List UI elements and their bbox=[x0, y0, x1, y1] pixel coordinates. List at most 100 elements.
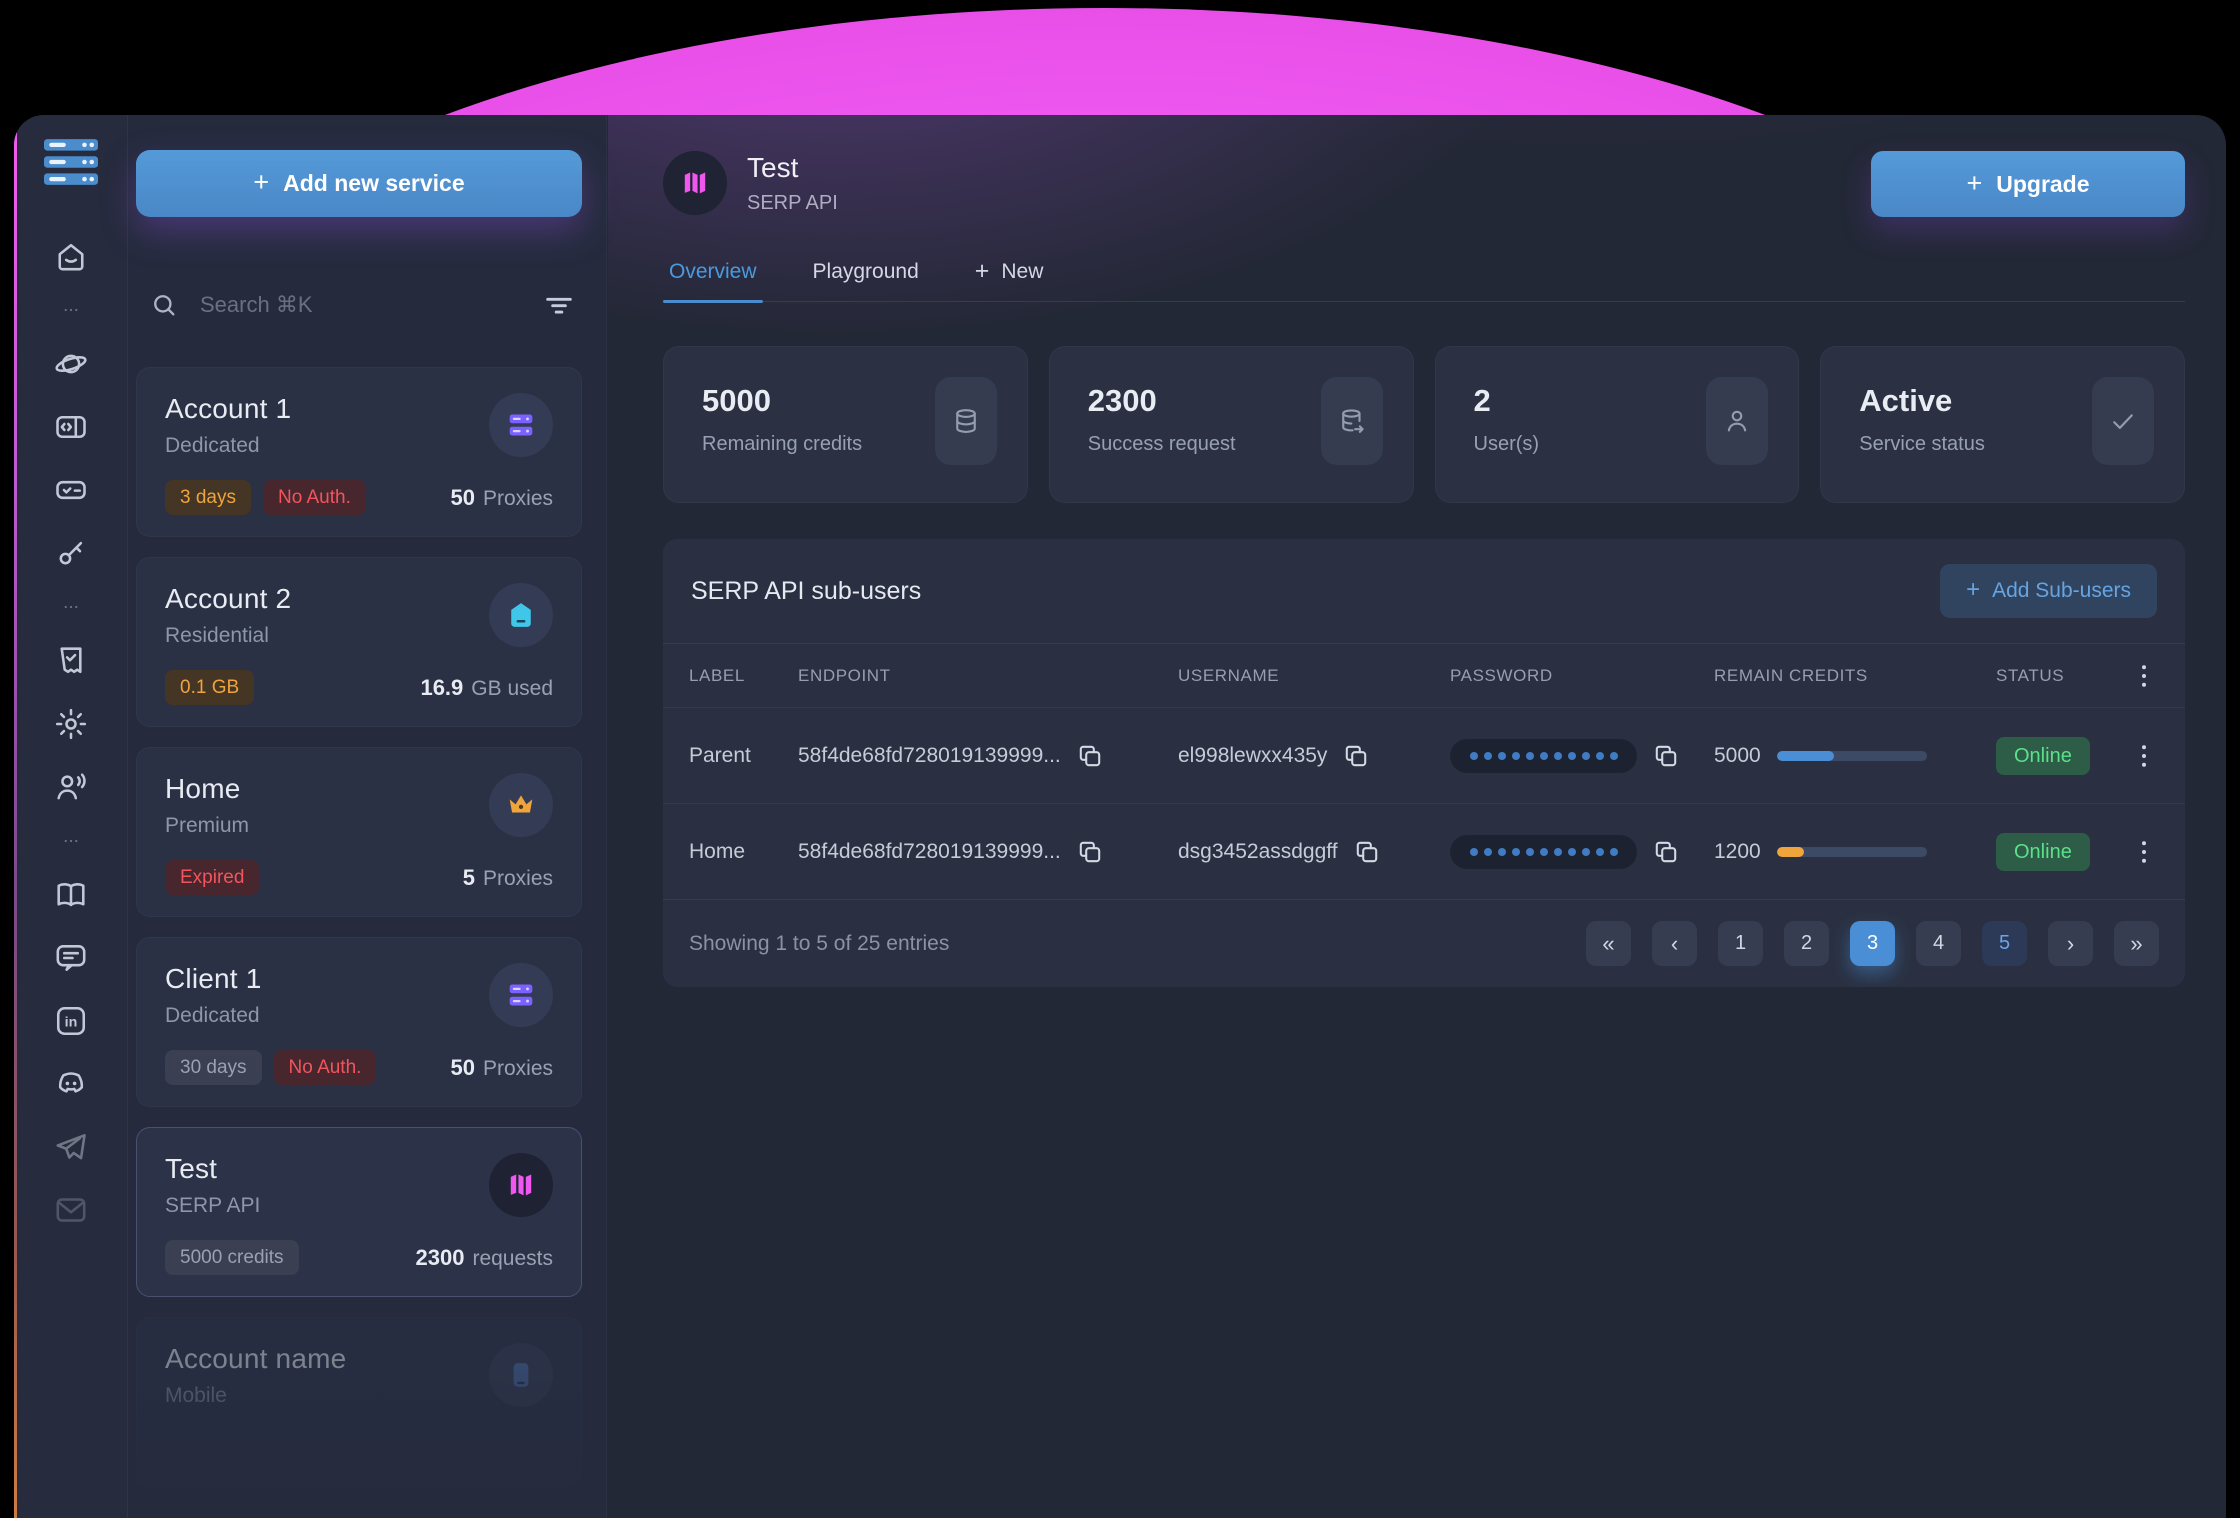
service-stat-label: Proxies bbox=[483, 1057, 553, 1080]
code-window-icon[interactable] bbox=[53, 409, 89, 445]
copy-icon[interactable] bbox=[1077, 839, 1103, 865]
plus-icon: + bbox=[1966, 170, 1982, 197]
docs-book-icon[interactable] bbox=[53, 877, 89, 913]
service-search-input[interactable] bbox=[198, 291, 522, 319]
pagination-page-4[interactable]: 4 bbox=[1916, 921, 1961, 966]
chat-icon[interactable] bbox=[53, 940, 89, 976]
discord-icon[interactable] bbox=[53, 1066, 89, 1102]
add-subusers-label: Add Sub-users bbox=[1992, 579, 2131, 603]
kebab-menu-icon[interactable] bbox=[2129, 661, 2159, 691]
kebab-menu-icon[interactable] bbox=[2129, 837, 2159, 867]
receipt-icon[interactable] bbox=[53, 643, 89, 679]
add-new-service-button[interactable]: + Add new service bbox=[136, 150, 582, 217]
service-card-account-1[interactable]: Account 1 Dedicated 3 days No Auth. 50Pr… bbox=[136, 367, 582, 537]
service-stat-label: Proxies bbox=[483, 487, 553, 510]
table-header: LABEL ENDPOINT USERNAME PASSWORD REMAIN … bbox=[663, 643, 2185, 707]
upgrade-button[interactable]: + Upgrade bbox=[1871, 151, 2185, 217]
pagination: « ‹ 1 2 3 4 5 › » bbox=[1586, 921, 2159, 966]
check-icon bbox=[2092, 377, 2154, 465]
col-label: LABEL bbox=[689, 666, 798, 686]
app-logo-icon[interactable] bbox=[44, 139, 98, 185]
server-icon bbox=[489, 393, 553, 457]
service-stat-value: 2300 bbox=[416, 1245, 465, 1270]
table-row: Parent 58f4de68fd728019139999... el998le… bbox=[663, 707, 2185, 803]
pagination-page-5[interactable]: 5 bbox=[1982, 921, 2027, 966]
service-card-test[interactable]: Test SERP API 5000 credits 2300requests bbox=[136, 1127, 582, 1297]
service-card-account-name[interactable]: Account name Mobile bbox=[136, 1317, 582, 1487]
table-row: Home 58f4de68fd728019139999... dsg3452as… bbox=[663, 803, 2185, 899]
filter-icon[interactable] bbox=[542, 288, 576, 322]
settings-gear-icon[interactable] bbox=[53, 706, 89, 742]
house-icon bbox=[489, 583, 553, 647]
username-value: el998lewxx435y bbox=[1178, 744, 1327, 768]
stat-value: Active bbox=[1859, 383, 1985, 419]
kebab-menu-icon[interactable] bbox=[2129, 741, 2159, 771]
copy-icon[interactable] bbox=[1653, 839, 1679, 865]
tab-playground[interactable]: Playground bbox=[807, 249, 925, 301]
tab-label: Overview bbox=[669, 260, 757, 284]
tab-new[interactable]: + New bbox=[969, 249, 1050, 301]
col-status: STATUS bbox=[1996, 666, 2118, 686]
service-type: Mobile bbox=[165, 1384, 346, 1408]
copy-icon[interactable] bbox=[1343, 743, 1369, 769]
telegram-icon[interactable] bbox=[53, 1129, 89, 1165]
more-icon[interactable] bbox=[53, 598, 89, 616]
affiliate-user-icon[interactable] bbox=[53, 769, 89, 805]
stat-service-status: Active Service status bbox=[1820, 346, 2185, 503]
service-list: Account 1 Dedicated 3 days No Auth. 50Pr… bbox=[136, 367, 582, 1487]
app-window: in + Add new service bbox=[14, 115, 2226, 1518]
stat-remaining-credits: 5000 Remaining credits bbox=[663, 346, 1028, 503]
search-icon bbox=[150, 291, 178, 319]
badge-days: 30 days bbox=[165, 1050, 262, 1085]
pagination-page-3[interactable]: 3 bbox=[1850, 921, 1895, 966]
stat-value: 5000 bbox=[702, 383, 862, 419]
stat-label: Remaining credits bbox=[702, 433, 862, 456]
planet-icon[interactable] bbox=[53, 346, 89, 382]
entries-summary: Showing 1 to 5 of 25 entries bbox=[689, 932, 949, 956]
service-type: Residential bbox=[165, 624, 291, 648]
service-card-home[interactable]: Home Premium Expired 5Proxies bbox=[136, 747, 582, 917]
key-icon[interactable] bbox=[53, 535, 89, 571]
credits-progress bbox=[1777, 847, 1927, 857]
proxy-checker-icon[interactable] bbox=[53, 472, 89, 508]
plus-icon: + bbox=[253, 169, 269, 196]
service-type: Dedicated bbox=[165, 1004, 262, 1028]
pagination-page-1[interactable]: 1 bbox=[1718, 921, 1763, 966]
col-password: PASSWORD bbox=[1450, 666, 1714, 686]
more-icon[interactable] bbox=[53, 301, 89, 319]
status-badge: Online bbox=[1996, 833, 2090, 871]
svg-text:in: in bbox=[64, 1015, 77, 1031]
stat-label: Service status bbox=[1859, 433, 1985, 456]
map-icon bbox=[663, 151, 727, 215]
stat-label: User(s) bbox=[1474, 433, 1540, 456]
upgrade-label: Upgrade bbox=[1996, 171, 2089, 198]
linkedin-icon[interactable]: in bbox=[53, 1003, 89, 1039]
pagination-first-button[interactable]: « bbox=[1586, 921, 1631, 966]
more-icon[interactable] bbox=[53, 832, 89, 850]
service-name: Account 1 bbox=[165, 393, 291, 425]
user-icon bbox=[1706, 377, 1768, 465]
service-card-account-2[interactable]: Account 2 Residential 0.1 GB 16.9GB used bbox=[136, 557, 582, 727]
copy-icon[interactable] bbox=[1653, 743, 1679, 769]
stat-label: Success request bbox=[1088, 433, 1236, 456]
service-stat-value: 50 bbox=[450, 1055, 474, 1080]
row-label: Parent bbox=[689, 744, 798, 768]
pagination-page-2[interactable]: 2 bbox=[1784, 921, 1829, 966]
service-type: Premium bbox=[165, 814, 249, 838]
pagination-prev-button[interactable]: ‹ bbox=[1652, 921, 1697, 966]
pagination-last-button[interactable]: » bbox=[2114, 921, 2159, 966]
copy-icon[interactable] bbox=[1354, 839, 1380, 865]
credits-progress bbox=[1777, 751, 1927, 761]
pagination-next-button[interactable]: › bbox=[2048, 921, 2093, 966]
service-card-client-1[interactable]: Client 1 Dedicated 30 days No Auth. 50Pr… bbox=[136, 937, 582, 1107]
home-icon[interactable] bbox=[53, 238, 89, 274]
tab-label: New bbox=[1001, 260, 1043, 284]
page-subtitle: SERP API bbox=[747, 192, 838, 215]
tab-overview[interactable]: Overview bbox=[663, 249, 763, 301]
copy-icon[interactable] bbox=[1077, 743, 1103, 769]
endpoint-value: 58f4de68fd728019139999... bbox=[798, 744, 1061, 768]
add-subusers-button[interactable]: + Add Sub-users bbox=[1940, 564, 2157, 618]
masked-password bbox=[1450, 835, 1637, 869]
email-icon[interactable] bbox=[53, 1192, 89, 1228]
badge-days: 3 days bbox=[165, 480, 251, 515]
